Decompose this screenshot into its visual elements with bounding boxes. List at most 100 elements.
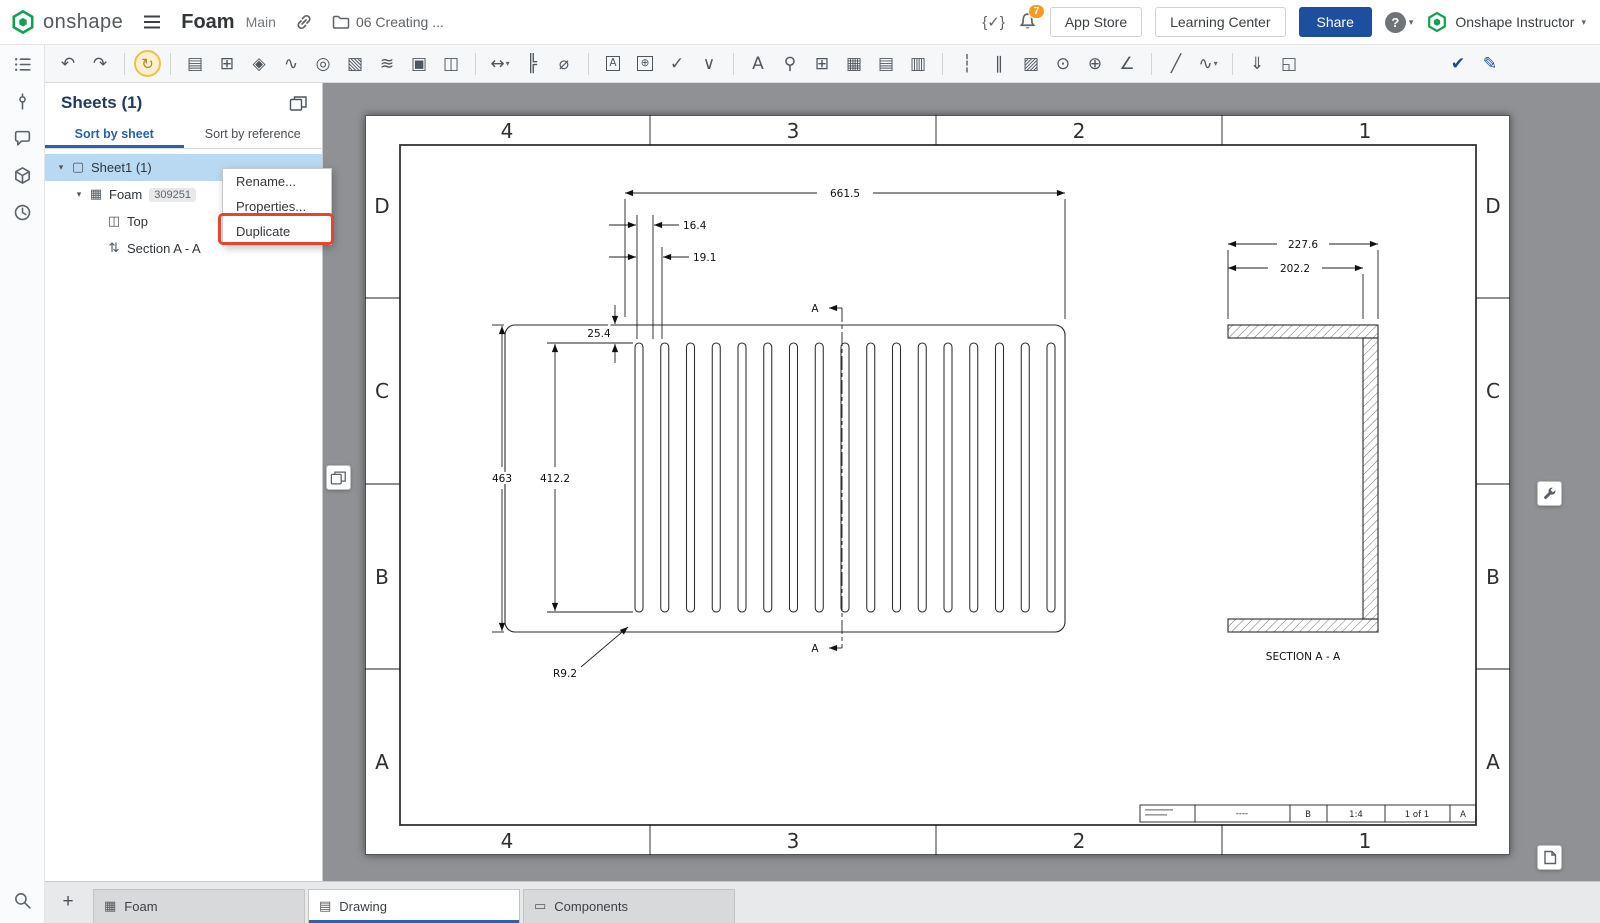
insert-view-icon[interactable]: ▤ xyxy=(180,50,210,78)
dim-overall-height[interactable]: 463 xyxy=(492,473,512,485)
feature-list-icon[interactable] xyxy=(9,51,35,77)
drawing-canvas[interactable]: 4 3 2 1 4 3 2 1 D C B A D C B A xyxy=(323,83,1600,881)
separator xyxy=(942,53,943,75)
dim-slot-length[interactable]: 412.2 xyxy=(540,473,570,485)
learning-center-button[interactable]: Learning Center xyxy=(1155,7,1285,37)
help-menu[interactable]: ? ▾ xyxy=(1385,12,1414,33)
detail-view-icon[interactable]: ◎ xyxy=(308,50,338,78)
circle-icon[interactable]: ⊙ xyxy=(1048,50,1078,78)
zone-label: 4 xyxy=(501,829,514,853)
sort-by-sheet-tab[interactable]: Sort by sheet xyxy=(45,119,184,148)
dimension-icon[interactable]: ↔ ▾ xyxy=(485,50,515,78)
tree-item-icon: ▢ xyxy=(69,160,87,175)
comments-icon[interactable] xyxy=(9,125,35,151)
show-hidden-lines-icon[interactable]: ◫ xyxy=(436,50,466,78)
angle-dimension-icon[interactable]: ∠ xyxy=(1112,50,1142,78)
help-icon[interactable]: ? xyxy=(1385,12,1406,33)
user-org-logo-icon xyxy=(1426,11,1448,33)
hatch-icon[interactable]: ▨ xyxy=(1016,50,1046,78)
surface-finish-icon[interactable]: ∨ xyxy=(694,50,724,78)
dim-gap-width[interactable]: 16.4 xyxy=(683,220,707,232)
drawing-sheet-svg[interactable]: 4 3 2 1 4 3 2 1 D C B A D C B A xyxy=(365,115,1510,855)
tab-label: Foam xyxy=(124,899,157,914)
share-link-icon[interactable] xyxy=(294,12,314,32)
zone-label: D xyxy=(374,194,389,218)
history-icon[interactable] xyxy=(9,199,35,225)
dim-section-inner-width[interactable]: 202.2 xyxy=(1280,263,1310,275)
tree-caret-icon[interactable]: ▾ xyxy=(71,189,87,200)
tree-item-label: Top xyxy=(127,214,148,229)
app-store-button[interactable]: App Store xyxy=(1050,7,1142,37)
main-menu-icon[interactable] xyxy=(143,14,161,30)
export-dxf-icon[interactable]: ⇓ xyxy=(1242,50,1272,78)
add-sheet-icon[interactable] xyxy=(289,95,308,112)
drawing-properties-icon[interactable] xyxy=(1537,845,1562,870)
sheets-panel-toggle-icon[interactable] xyxy=(326,465,351,490)
tab-drawing[interactable]: ▤ Drawing xyxy=(308,889,520,923)
onshape-logo-icon[interactable] xyxy=(10,9,36,35)
sort-by-reference-tab[interactable]: Sort by reference xyxy=(184,119,323,148)
title-block-blank: ---- xyxy=(1236,809,1248,819)
tree-caret-icon[interactable]: ▾ xyxy=(53,162,69,173)
undo-icon[interactable]: ↶ xyxy=(53,50,83,78)
tree-item-icon: ⇅ xyxy=(105,241,123,256)
update-drawing-icon[interactable]: ↻ xyxy=(134,50,161,77)
folder-breadcrumb[interactable]: 06 Creating ... xyxy=(332,14,444,30)
chevron-down-icon: ▾ xyxy=(1409,17,1414,28)
table-icon[interactable]: ⊞ xyxy=(807,50,837,78)
diameter-dimension-icon[interactable]: ⌀ xyxy=(549,50,579,78)
section-marker-bottom: A xyxy=(811,643,819,655)
drawing-tools-wrench-icon[interactable] xyxy=(1537,481,1562,506)
featurescript-check-icon[interactable]: {✓} xyxy=(982,13,1005,31)
parallel-lines-icon[interactable]: ∥ xyxy=(984,50,1014,78)
workspace-name[interactable]: Main xyxy=(246,14,276,30)
inspection-symbol-icon[interactable]: ✓ xyxy=(662,50,692,78)
share-button[interactable]: Share xyxy=(1299,7,1372,37)
chevron-down-icon: ▾ xyxy=(1581,17,1586,28)
zone-label: A xyxy=(375,750,389,774)
ordinate-dimension-icon[interactable]: ╠ xyxy=(517,50,547,78)
versions-icon[interactable] xyxy=(9,162,35,188)
note-icon[interactable]: A xyxy=(598,50,628,78)
measure-icon[interactable]: ✎ xyxy=(1475,50,1505,78)
text-icon[interactable]: A xyxy=(743,50,773,78)
tab-icon: ▤ xyxy=(319,899,331,914)
configurations-icon[interactable] xyxy=(9,88,35,114)
crop-view-icon[interactable]: ▣ xyxy=(404,50,434,78)
auxiliary-view-icon[interactable]: ◈ xyxy=(244,50,274,78)
dim-slot-pitch[interactable]: 19.1 xyxy=(693,252,716,264)
menu-item-duplicate[interactable]: Duplicate xyxy=(223,219,331,244)
spline-icon[interactable]: ∿ ▾ xyxy=(1193,50,1223,78)
sheet-context-menu: Rename... Properties... Duplicate xyxy=(222,168,332,245)
tab-components[interactable]: ▭ Components xyxy=(523,889,735,923)
notifications-bell-icon[interactable]: 7 xyxy=(1018,12,1037,32)
user-name: Onshape Instructor xyxy=(1455,14,1574,30)
centerline-icon[interactable]: ┆ xyxy=(952,50,982,78)
redo-icon[interactable]: ↷ xyxy=(85,50,115,78)
revision-table-icon[interactable]: ▥ xyxy=(903,50,933,78)
add-tab-button[interactable]: + xyxy=(53,887,83,917)
bom-table-icon[interactable]: ▦ xyxy=(839,50,869,78)
menu-item-properties[interactable]: Properties... xyxy=(223,194,331,219)
left-icon-strip xyxy=(0,45,45,923)
projected-view-icon[interactable]: ⊞ xyxy=(212,50,242,78)
dim-section-overall-width[interactable]: 227.6 xyxy=(1288,239,1318,251)
dim-overall-width[interactable]: 661.5 xyxy=(830,188,860,200)
section-view-icon[interactable]: ∿ xyxy=(276,50,306,78)
dim-top-offset[interactable]: 25.4 xyxy=(587,328,611,340)
centermark-icon[interactable]: ⊕ xyxy=(1080,50,1110,78)
break-line-icon[interactable]: ≋ xyxy=(372,50,402,78)
release-stamp-icon[interactable]: ✔ xyxy=(1443,50,1473,78)
broken-view-icon[interactable]: ▧ xyxy=(340,50,370,78)
export-image-icon[interactable]: ◱ xyxy=(1274,50,1304,78)
drawing-sheet[interactable]: 4 3 2 1 4 3 2 1 D C B A D C B A xyxy=(365,115,1510,855)
hole-table-icon[interactable]: ▤ xyxy=(871,50,901,78)
dim-slot-radius[interactable]: R9.2 xyxy=(553,668,577,680)
user-account-menu[interactable]: Onshape Instructor ▾ xyxy=(1426,11,1586,33)
line-icon[interactable]: ╱ xyxy=(1161,50,1191,78)
gdt-icon[interactable]: ⊕ xyxy=(630,50,660,78)
menu-item-rename[interactable]: Rename... xyxy=(223,169,331,194)
tab-foam[interactable]: ▦ Foam xyxy=(93,889,305,923)
search-icon[interactable] xyxy=(9,887,35,913)
find-annotation-icon[interactable]: ⚲ xyxy=(775,50,805,78)
